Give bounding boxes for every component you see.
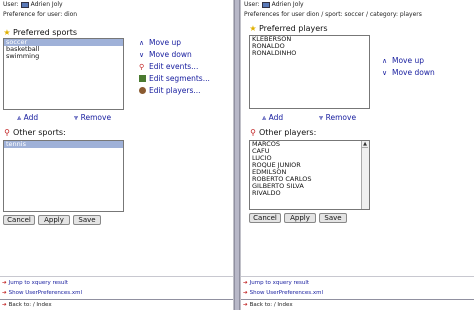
move-up-button[interactable]: ∧ Move up [139, 38, 181, 47]
preferred-sports-list[interactable]: soccer basketball swimming [3, 38, 124, 110]
separator [241, 276, 474, 277]
user-label: User: [244, 1, 260, 8]
pane-divider[interactable] [234, 0, 240, 310]
monitor-icon [20, 1, 29, 8]
left-pane: User: Adrien Joly Preference for user: di… [0, 0, 233, 310]
show-xml-label: Show UserPreferences.xml [8, 290, 82, 296]
other-sports-title: Other sports: [13, 128, 66, 137]
edit-events-button[interactable]: ⚲ Edit events... [139, 62, 198, 71]
other-players-title: Other players: [259, 128, 317, 137]
other-sports-list[interactable]: tennis [3, 140, 124, 212]
player-icon [139, 87, 146, 94]
show-xml-link[interactable]: ➔ Show UserPreferences.xml [0, 290, 233, 296]
remove-button[interactable]: ⩔ Remove [319, 113, 356, 123]
add-label: Add [268, 113, 284, 122]
monitor-icon [261, 1, 270, 8]
back-arrow-icon: ➔ [2, 302, 7, 308]
jump-xquery-link[interactable]: ➔ Jump to xquery result [0, 280, 233, 286]
save-button[interactable]: Save [73, 215, 101, 225]
edit-players-label: Edit players... [149, 86, 201, 95]
show-xml-link[interactable]: ➔ Show UserPreferences.xml [241, 290, 474, 296]
up-arrow-icon: ∧ [382, 57, 388, 65]
list-item[interactable]: tennis [4, 141, 123, 148]
other-sports-heading: ⚲ Other sports: [3, 128, 66, 137]
arrow-right-icon: ➔ [2, 290, 7, 296]
list-item[interactable]: swimming [4, 53, 123, 60]
segments-icon [139, 75, 146, 82]
other-players-list[interactable]: MARCOS CAFU LUCIO ROQUE JUNIOR EDMILSON … [249, 140, 370, 210]
cancel-button[interactable]: Cancel [3, 215, 35, 225]
user-name: Adrien Joly [30, 1, 63, 8]
move-down-button[interactable]: ∨ Move down [139, 50, 192, 59]
double-down-icon: ⩔ [319, 113, 326, 122]
list-item[interactable]: RONALDINHO [250, 50, 369, 57]
remove-label: Remove [80, 113, 112, 122]
separator [0, 276, 233, 277]
edit-events-label: Edit events... [149, 62, 199, 71]
pin-icon: ⚲ [250, 128, 256, 137]
back-to-index-label: Back to: / Index [8, 302, 52, 308]
add-label: Add [23, 113, 39, 122]
star-icon: ★ [249, 24, 257, 33]
pin-icon: ⚲ [4, 128, 10, 137]
other-players-heading: ⚲ Other players: [249, 128, 316, 137]
add-button[interactable]: ⩓ Add [262, 113, 283, 123]
move-down-label: Move down [392, 68, 435, 77]
cancel-button[interactable]: Cancel [249, 213, 281, 223]
apply-button[interactable]: Apply [38, 215, 70, 225]
double-up-icon: ⩓ [17, 113, 24, 122]
jump-xquery-link[interactable]: ➔ Jump to xquery result [241, 280, 474, 286]
preference-subtitle: Preferences for user dion / sport: socce… [244, 11, 422, 18]
back-to-index-link[interactable]: ➔ Back to: / Index [241, 302, 474, 308]
user-name: Adrien Joly [271, 1, 304, 8]
up-arrow-icon: ∧ [139, 39, 145, 47]
move-up-button[interactable]: ∧ Move up [382, 56, 424, 65]
preferred-players-title: Preferred players [259, 24, 328, 33]
list-item[interactable]: RIVALDO [250, 190, 369, 197]
jump-xquery-label: Jump to xquery result [8, 280, 69, 286]
apply-button[interactable]: Apply [284, 213, 316, 223]
move-down-label: Move down [149, 50, 192, 59]
save-button[interactable]: Save [319, 213, 347, 223]
back-arrow-icon: ➔ [243, 302, 248, 308]
remove-label: Remove [325, 113, 357, 122]
back-to-index-link[interactable]: ➔ Back to: / Index [0, 302, 233, 308]
jump-xquery-label: Jump to xquery result [249, 280, 310, 286]
scrollbar[interactable]: ▲ [361, 141, 369, 209]
double-up-icon: ⩓ [262, 113, 269, 122]
user-label: User: [3, 1, 19, 8]
edit-players-button[interactable]: Edit players... [139, 86, 201, 95]
star-icon: ★ [3, 28, 11, 37]
arrow-right-icon: ➔ [2, 280, 7, 286]
preferred-sports-heading: ★ Preferred sports [3, 28, 77, 37]
move-up-label: Move up [392, 56, 425, 65]
down-arrow-icon: ∨ [139, 51, 145, 59]
user-header: User: Adrien Joly [0, 0, 233, 10]
right-pane: User: Adrien Joly Preferences for user di… [241, 0, 474, 310]
separator [241, 299, 474, 300]
show-xml-label: Show UserPreferences.xml [249, 290, 323, 296]
pin-icon: ⚲ [139, 63, 145, 71]
separator [0, 299, 233, 300]
arrow-right-icon: ➔ [243, 290, 248, 296]
edit-segments-label: Edit segments... [149, 74, 210, 83]
preferred-sports-title: Preferred sports [13, 28, 77, 37]
user-header: User: Adrien Joly [241, 0, 474, 10]
back-to-index-label: Back to: / Index [249, 302, 293, 308]
remove-button[interactable]: ⩔ Remove [74, 113, 111, 123]
preferred-players-heading: ★ Preferred players [249, 24, 328, 33]
move-up-label: Move up [149, 38, 182, 47]
scroll-up-icon[interactable]: ▲ [362, 141, 368, 148]
preference-subtitle: Preference for user: dion [3, 11, 78, 18]
down-arrow-icon: ∨ [382, 69, 388, 77]
edit-segments-button[interactable]: Edit segments... [139, 74, 210, 83]
arrow-right-icon: ➔ [243, 280, 248, 286]
double-down-icon: ⩔ [74, 113, 81, 122]
preferred-players-list[interactable]: KLEBERSON RONALDO RONALDINHO [249, 35, 370, 109]
add-button[interactable]: ⩓ Add [17, 113, 38, 123]
move-down-button[interactable]: ∨ Move down [382, 68, 435, 77]
